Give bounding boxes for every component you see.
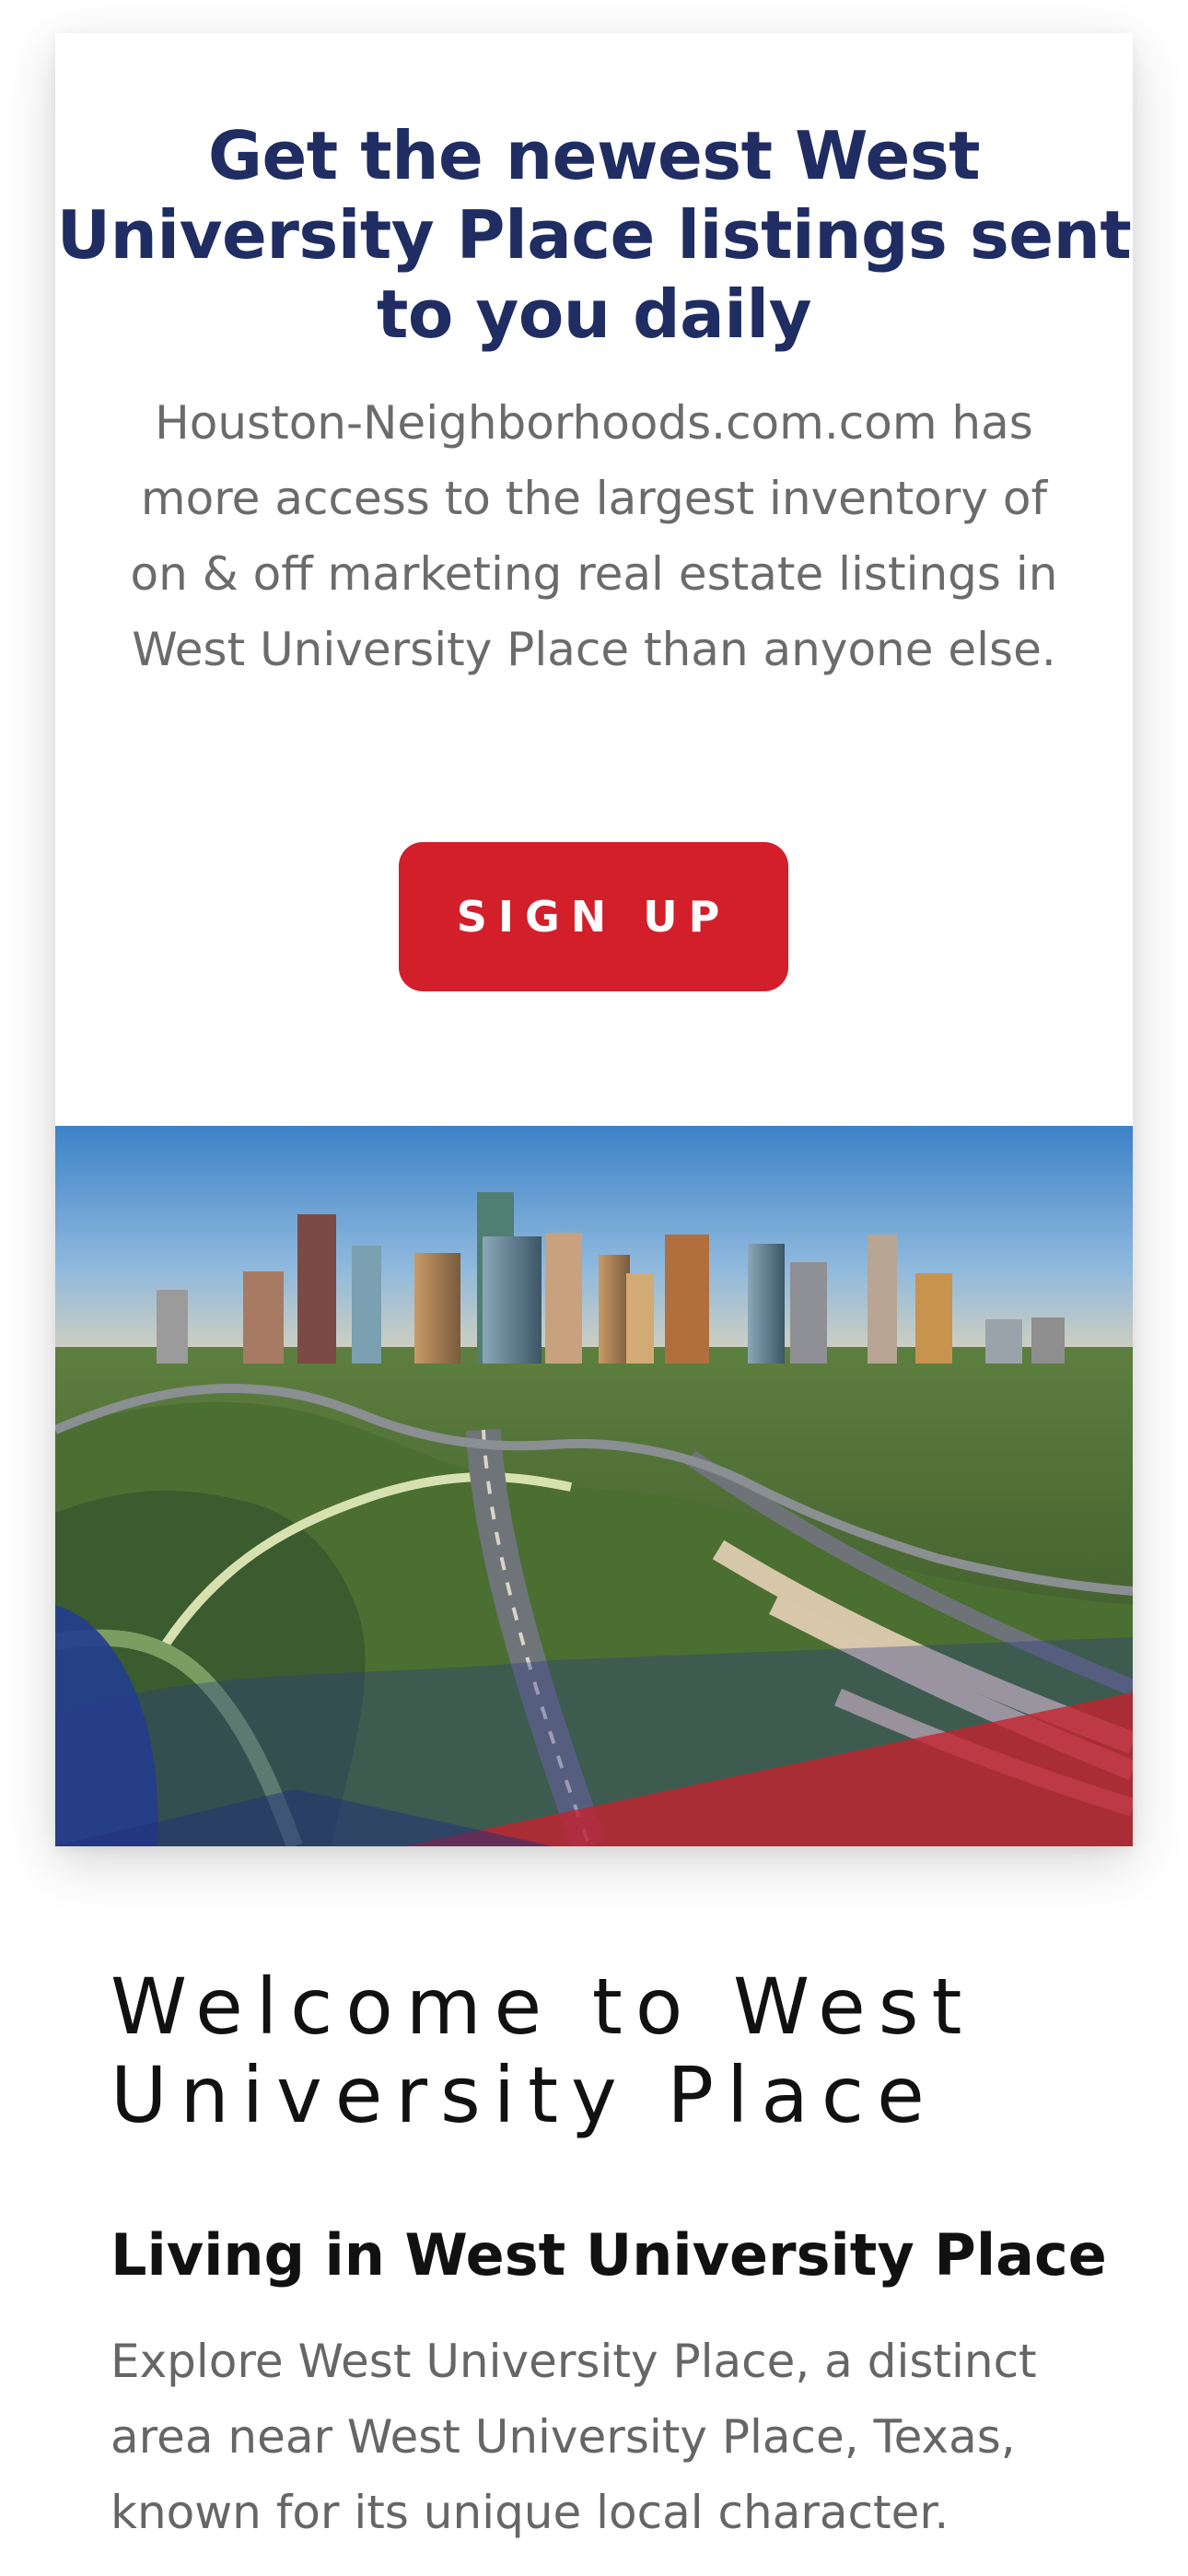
signup-card-title: Get the newest West University Place lis… [56,117,1132,353]
intro-paragraph: Explore West University Place, a distinc… [111,2335,1037,2539]
welcome-heading: Welcome to West University Place [111,1961,975,2140]
city-skyline-image [55,1126,1133,1846]
living-subheading: Living in West University Place [111,2221,1107,2289]
sign-up-button[interactable]: SIGN UP [399,842,788,991]
signup-card-description: Houston-Neighborhoods.com.com has more a… [130,396,1058,676]
